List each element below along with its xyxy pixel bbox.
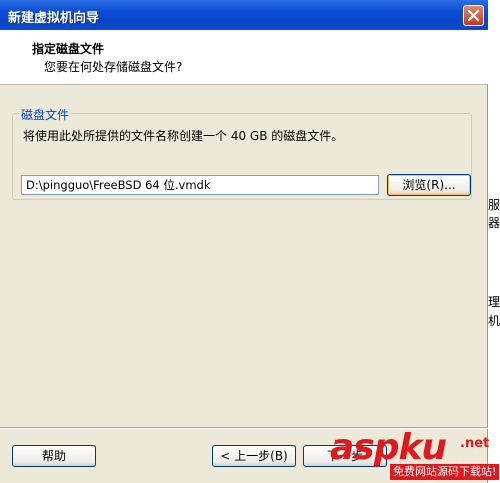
background-window-text: 理	[488, 295, 500, 309]
watermark-suffix: .net	[460, 436, 490, 451]
close-button[interactable]	[463, 5, 484, 26]
page-title: 指定磁盘文件	[32, 42, 105, 56]
back-button[interactable]: < 上一步(B)	[212, 445, 296, 467]
wizard-header: 指定磁盘文件 您要在何处存储磁盘文件?	[0, 30, 488, 85]
title-bar[interactable]: 新建虚拟机向导	[0, 0, 488, 30]
window-title: 新建虚拟机向导	[8, 11, 100, 26]
help-button[interactable]: 帮助	[12, 445, 96, 467]
watermark-logo: aspku	[330, 427, 447, 468]
background-window-text: 机	[488, 314, 500, 328]
browse-button[interactable]: 浏览(R)...	[387, 174, 471, 196]
background-window-text: 服	[488, 198, 500, 212]
disk-file-group-legend: 磁盘文件	[19, 106, 72, 123]
watermark-caption: 免费网站源码下载站!	[390, 464, 500, 480]
background-window-text: 器	[488, 216, 500, 230]
site-watermark: aspku .net 免费网站源码下载站!	[330, 428, 500, 483]
disk-file-group: 磁盘文件 将使用此处所提供的文件名称创建一个 40 GB 的磁盘文件。 浏览(R…	[12, 106, 472, 200]
new-vm-wizard-window: 新建虚拟机向导 指定磁盘文件 您要在何处存储磁盘文件? 磁盘文件 将使用此处所提…	[0, 0, 488, 483]
close-icon	[467, 9, 480, 22]
disk-file-path-input[interactable]	[21, 175, 379, 195]
disk-file-description: 将使用此处所提供的文件名称创建一个 40 GB 的磁盘文件。	[23, 129, 344, 143]
page-subtitle: 您要在何处存储磁盘文件?	[44, 60, 183, 74]
